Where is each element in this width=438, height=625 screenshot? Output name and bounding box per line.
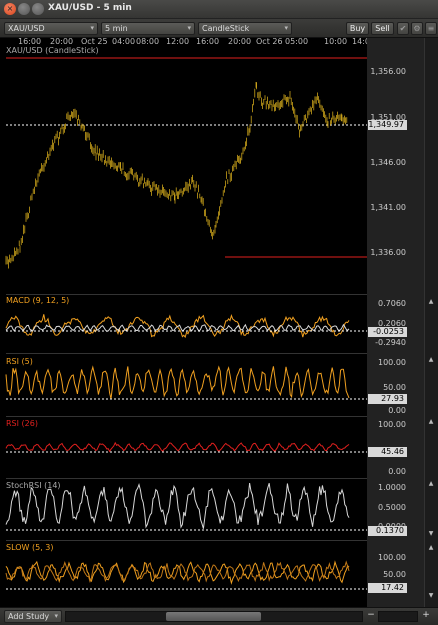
rsi5-last-tag: 27.93 bbox=[368, 394, 407, 404]
slow-last-tag: 17.42 bbox=[368, 583, 407, 593]
zoom-out-button[interactable]: − bbox=[366, 611, 376, 622]
price-tick: 1,346.00 bbox=[370, 158, 406, 167]
rsi5-tick: 50.00 bbox=[383, 383, 406, 392]
slow-tick: 100.00 bbox=[378, 553, 406, 562]
chevron-down-icon[interactable]: ▼ bbox=[426, 592, 436, 600]
horizontal-scrollbar[interactable] bbox=[65, 611, 363, 622]
rsi5-line bbox=[5, 365, 350, 399]
rsi5-label: RSI (5) bbox=[6, 357, 33, 366]
chevron-up-icon[interactable]: ▲ bbox=[426, 356, 436, 364]
stochrsi-series bbox=[5, 482, 367, 531]
slow-label: SLOW (5, 3) bbox=[6, 543, 54, 552]
stochrsi-label: StochRSI (14) bbox=[6, 481, 61, 490]
macd-series bbox=[5, 314, 367, 339]
stochrsi-tick: 0.5000 bbox=[378, 503, 406, 512]
pane-divider[interactable] bbox=[6, 478, 367, 479]
price-tick: 1,356.00 bbox=[370, 67, 406, 76]
pane-divider[interactable] bbox=[6, 294, 367, 295]
price-tick: 1,336.00 bbox=[370, 248, 406, 257]
rsi5-tick: 0.00 bbox=[388, 406, 406, 415]
macd-tick: 0.7060 bbox=[378, 299, 406, 308]
macd-label: MACD (9, 12, 5) bbox=[6, 296, 70, 305]
stochrsi-last-tag: 0.1370 bbox=[368, 526, 407, 536]
chevron-down-icon: ▾ bbox=[54, 612, 58, 620]
zoom-slider[interactable] bbox=[378, 611, 418, 622]
chevron-up-icon[interactable]: ▲ bbox=[426, 480, 436, 488]
add-study-select[interactable]: Add Study ▾ bbox=[4, 610, 62, 623]
chevron-down-icon[interactable]: ▼ bbox=[426, 530, 436, 538]
rsi5-series bbox=[5, 365, 367, 400]
bottom-bar: Add Study ▾ − + bbox=[0, 607, 438, 625]
macd-tick: -0.2940 bbox=[375, 338, 406, 347]
rsi26-tick: 0.00 bbox=[388, 467, 406, 476]
rsi26-last-tag: 45.46 bbox=[368, 447, 407, 457]
price-series bbox=[5, 57, 367, 269]
rsi26-tick: 100.00 bbox=[378, 420, 406, 429]
pane-divider[interactable] bbox=[6, 353, 367, 354]
slow-tick: 50.00 bbox=[383, 570, 406, 579]
chevron-up-icon[interactable]: ▲ bbox=[426, 298, 436, 306]
rsi5-tick: 100.00 bbox=[378, 358, 406, 367]
stochrsi-tick: 1.0000 bbox=[378, 483, 406, 492]
macd-last-tag: -0.0253 bbox=[368, 327, 407, 337]
last-price-tag: 1,349.97 bbox=[368, 120, 407, 130]
scrollbar-thumb[interactable] bbox=[166, 612, 261, 621]
price-pane-label: XAU/USD (CandleStick) bbox=[6, 46, 99, 55]
price-tick: 1,341.00 bbox=[370, 203, 406, 212]
chevron-up-icon[interactable]: ▲ bbox=[426, 544, 436, 552]
rsi26-line bbox=[5, 441, 350, 453]
pane-divider[interactable] bbox=[6, 416, 367, 417]
slow-series bbox=[5, 560, 367, 590]
zoom-in-button[interactable]: + bbox=[421, 611, 431, 622]
pane-divider[interactable] bbox=[6, 540, 367, 541]
rsi26-label: RSI (26) bbox=[6, 419, 38, 428]
add-study-label: Add Study bbox=[8, 612, 50, 621]
macd-signal-line bbox=[5, 323, 350, 333]
slow-line bbox=[5, 560, 350, 585]
chevron-up-icon[interactable]: ▲ bbox=[426, 418, 436, 426]
rsi26-series bbox=[5, 441, 367, 453]
